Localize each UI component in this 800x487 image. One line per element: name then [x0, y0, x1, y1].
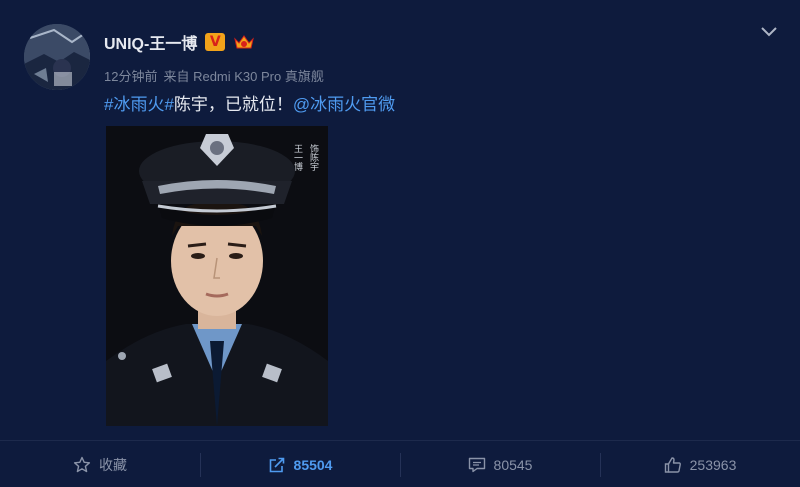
hashtag-link[interactable]: #冰雨火# — [104, 95, 174, 114]
image-caption-left: 王一博 — [293, 144, 303, 172]
like-count: 253963 — [689, 456, 737, 473]
post-source: 来自 Redmi K30 Pro 真旗舰 — [163, 69, 324, 84]
comment-count: 80545 — [493, 456, 533, 473]
like-button[interactable]: 253963 — [600, 441, 800, 487]
post-content: #冰雨火#陈宇，已就位！@冰雨火官微 — [104, 94, 395, 116]
post-image[interactable]: 王一博 饰陈宇 — [106, 126, 328, 426]
post-text: 陈宇，已就位！ — [173, 95, 293, 114]
image-caption-right: 饰陈宇 — [309, 143, 319, 171]
username[interactable]: UNIQ-王一博 — [104, 30, 197, 54]
favorite-button[interactable]: 收藏 — [0, 441, 200, 487]
share-icon — [269, 457, 284, 472]
mention-link[interactable]: @冰雨火官微 — [293, 95, 395, 114]
verified-badge-icon: V — [205, 33, 226, 51]
avatar[interactable] — [24, 24, 90, 90]
share-count: 85504 — [293, 456, 333, 473]
chevron-down-icon[interactable] — [760, 22, 778, 40]
like-icon — [664, 456, 681, 473]
action-bar: 收藏 85504 80545 253963 — [0, 440, 800, 487]
post-time[interactable]: 12分钟前 — [104, 66, 157, 85]
weibo-post: UNIQ-王一博 V 12分钟前 来自 Redmi K30 Pro 真旗舰 #冰… — [0, 0, 800, 487]
comment-button[interactable]: 80545 — [400, 441, 600, 487]
post-meta: 12分钟前 来自 Redmi K30 Pro 真旗舰 — [104, 66, 324, 85]
crown-icon — [233, 33, 255, 51]
name-row: UNIQ-王一博 V — [104, 30, 255, 54]
star-icon — [73, 456, 91, 472]
comment-icon — [468, 457, 485, 472]
share-button[interactable]: 85504 — [200, 441, 400, 487]
favorite-label: 收藏 — [99, 456, 127, 473]
